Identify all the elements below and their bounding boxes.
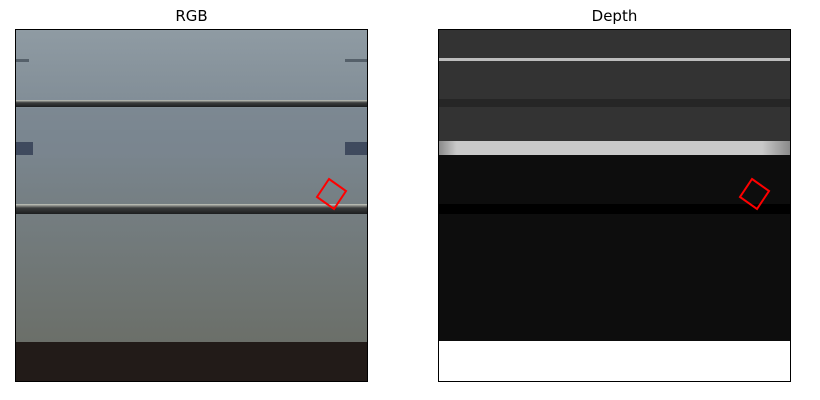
rgb-image-panel bbox=[15, 29, 368, 382]
rgb-image bbox=[16, 30, 367, 381]
rgb-panel-title: RGB bbox=[175, 7, 208, 25]
lower-rail bbox=[16, 204, 367, 214]
depth-rail-line bbox=[439, 204, 790, 214]
wall-band bbox=[16, 108, 367, 158]
wall-surface bbox=[16, 30, 367, 342]
depth-floor bbox=[439, 341, 790, 381]
depth-far-region bbox=[439, 30, 790, 141]
upper-rail bbox=[16, 100, 367, 107]
side-block-left bbox=[16, 142, 33, 155]
depth-dark-band bbox=[439, 99, 790, 107]
depth-image-panel bbox=[438, 29, 791, 382]
depth-bright-band bbox=[439, 141, 790, 155]
side-mark-left-top bbox=[16, 59, 29, 62]
side-block-right bbox=[345, 142, 367, 155]
depth-image bbox=[439, 30, 790, 381]
figure: RGB Depth bbox=[0, 0, 820, 400]
depth-top-line bbox=[439, 58, 790, 61]
floor bbox=[16, 342, 367, 381]
depth-panel-title: Depth bbox=[591, 7, 638, 25]
side-mark-right-top bbox=[345, 59, 367, 62]
